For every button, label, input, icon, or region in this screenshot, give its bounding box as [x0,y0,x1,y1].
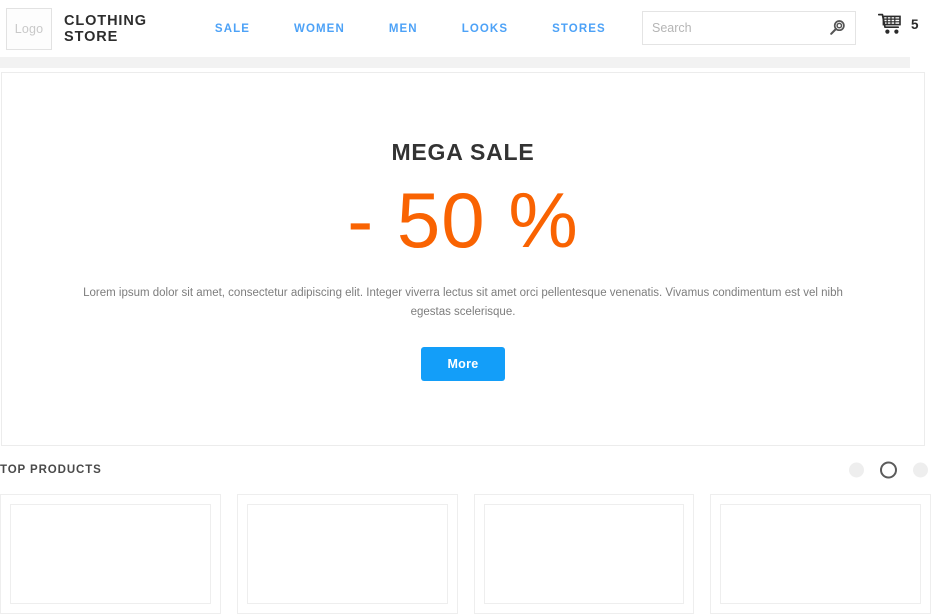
nav-item-looks[interactable]: LOOKS [462,19,508,39]
top-products-grid [0,494,939,614]
search-input[interactable] [643,12,855,44]
hero-more-button[interactable]: More [421,346,505,381]
hero-banner: MEGA SALE - 50 % Lorem ipsum dolor sit a… [1,72,925,446]
logo-label: Logo [14,21,44,36]
brand-name: CLOTHING STORE [64,12,147,45]
carousel-dot-3[interactable] [913,462,928,478]
search-box[interactable] [642,11,856,45]
site-header: Logo CLOTHING STORE SALE WOMEN MEN LOOKS… [0,0,939,57]
product-image-placeholder [720,504,921,604]
top-products-header: TOP PRODUCTS [0,446,939,494]
shopping-cart-icon [877,13,902,35]
hero-description: Lorem ipsum dolor sit amet, consectetur … [83,286,843,318]
cart-button[interactable]: 5 [877,13,919,35]
carousel-dot-1[interactable] [849,462,864,478]
header-separator-band [0,57,910,68]
nav-item-sale[interactable]: SALE [215,19,250,39]
logo-placeholder[interactable]: Logo [6,7,52,50]
product-image-placeholder [483,504,685,604]
product-card[interactable] [236,494,458,614]
product-card[interactable] [473,494,695,614]
nav-item-women[interactable]: WOMEN [294,19,345,39]
product-image-placeholder [10,504,211,604]
cart-item-count: 5 [911,16,919,32]
top-products-title: TOP PRODUCTS [0,464,102,476]
product-image-placeholder [246,504,448,604]
nav-item-men[interactable]: MEN [389,19,418,39]
product-card[interactable] [0,494,221,614]
hero-title: MEGA SALE [391,139,535,165]
main-navigation: SALE WOMEN MEN LOOKS STORES [215,19,606,39]
hero-discount-value: - 50 % [347,176,579,264]
nav-item-stores[interactable]: STORES [552,19,606,39]
carousel-dot-2-active[interactable] [880,461,897,479]
search-icon[interactable] [828,19,846,37]
carousel-pagination [833,461,928,479]
product-card[interactable] [710,494,931,614]
